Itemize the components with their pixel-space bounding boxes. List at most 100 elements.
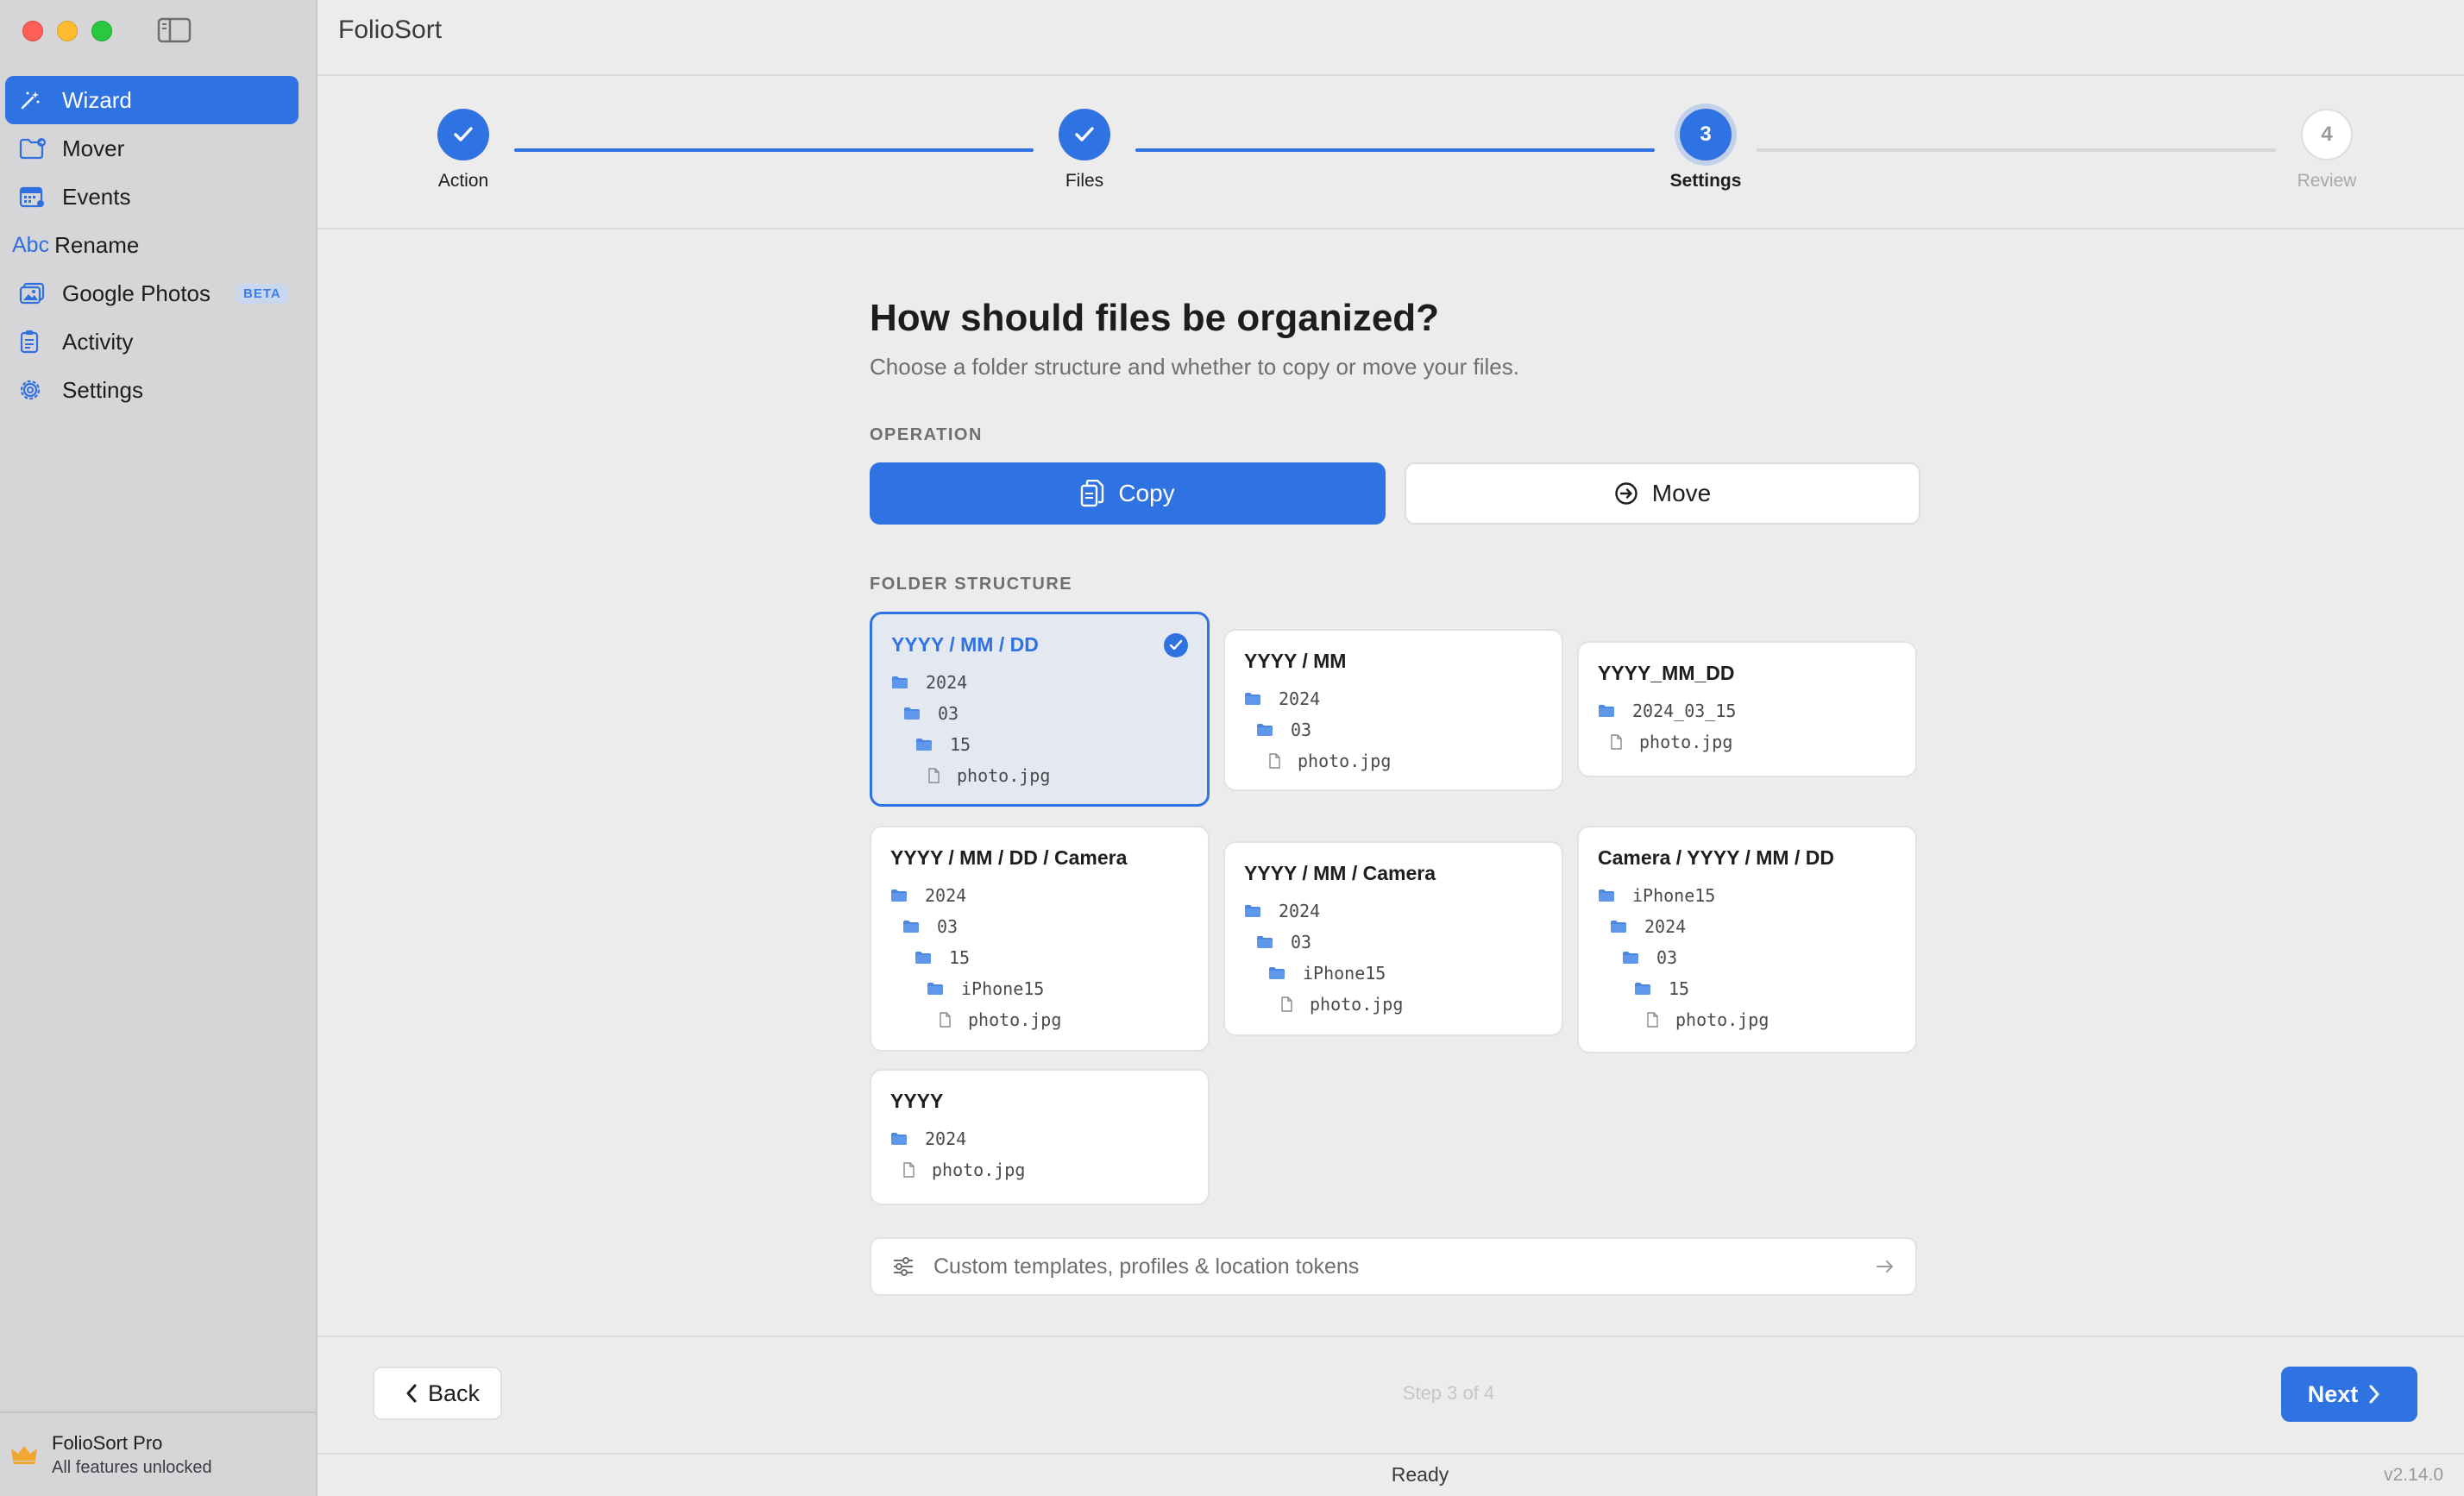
file-icon: [1610, 734, 1631, 750]
chevron-left-icon: [406, 1384, 417, 1403]
sidebar-item-label: Activity: [62, 328, 134, 355]
step-review[interactable]: 4 Review: [2275, 109, 2379, 192]
step-connector: [1135, 148, 1655, 152]
tree-folder: 2024: [1598, 911, 1896, 942]
folder-icon: [1598, 704, 1624, 718]
custom-templates-label: Custom templates, profiles & location to…: [933, 1254, 1360, 1279]
step-settings[interactable]: 3 Settings: [1654, 109, 1757, 192]
folder-tree: 2024_03_15 photo.jpg: [1598, 695, 1896, 757]
arrow-circle-right-icon: [1615, 482, 1637, 505]
page-subtitle: Choose a folder structure and whether to…: [870, 354, 1519, 380]
tree-label: photo.jpg: [968, 1009, 1062, 1030]
clipboard-icon: [19, 328, 53, 355]
sidebar-item-mover[interactable]: Mover: [5, 124, 299, 173]
sidebar-item-activity[interactable]: Activity: [5, 317, 299, 366]
structure-card-yyyy[interactable]: YYYY 2024 photo.jpg: [870, 1069, 1210, 1205]
structure-card-yyyy-mm-dd[interactable]: YYYY / MM / DD 2024 03 15 photo.jpg: [870, 612, 1210, 807]
file-icon: [939, 1012, 959, 1028]
sidebar-item-label: Google Photos: [62, 280, 211, 306]
step-label: Review: [2297, 171, 2357, 191]
beta-badge: BETA: [236, 283, 288, 304]
tree-label: photo.jpg: [1298, 751, 1392, 771]
structure-card-yyyy-mm-dd-camera[interactable]: YYYY / MM / DD / Camera 2024 03 15 iPhone15…: [870, 826, 1210, 1052]
tree-label: photo.jpg: [1675, 1009, 1769, 1030]
chevron-right-icon: [2369, 1385, 2379, 1404]
copy-icon: [1081, 480, 1104, 507]
tree-label: 03: [1291, 720, 1312, 740]
card-title: YYYY: [890, 1090, 944, 1112]
tree-label: 2024: [1279, 688, 1321, 709]
sidebar-nav: Wizard Mover Events Abc Rename Google Ph…: [5, 76, 299, 414]
pro-title: FolioSort Pro: [52, 1431, 163, 1454]
tree-file: photo.jpg: [1244, 745, 1543, 776]
structure-card-camera-yyyy-mm-dd[interactable]: Camera / YYYY / MM / DD iPhone15 2024 03 15…: [1577, 826, 1917, 1053]
card-title: YYYY / MM / DD: [891, 633, 1039, 656]
folder-icon: [1634, 982, 1660, 996]
card-title: Camera / YYYY / MM / DD: [1598, 846, 1834, 869]
minimize-window-button[interactable]: [57, 21, 78, 41]
move-button[interactable]: Move: [1405, 462, 1920, 525]
tree-label: 03: [1291, 932, 1312, 952]
tree-folder: 15: [890, 942, 1189, 973]
tree-label: photo.jpg: [1310, 994, 1404, 1015]
pro-status: FolioSort Pro All features unlocked: [0, 1411, 316, 1496]
file-icon: [927, 768, 948, 783]
folder-tree: iPhone15 2024 03 15 photo.jpg: [1598, 880, 1896, 1035]
folder-icon: [1610, 920, 1636, 933]
tree-label: 2024_03_15: [1632, 701, 1737, 721]
tree-label: 15: [949, 947, 971, 968]
photos-icon: [19, 280, 53, 307]
status-text: Ready: [1391, 1463, 1449, 1486]
folder-icon: [1256, 723, 1282, 737]
close-window-button[interactable]: [22, 21, 43, 41]
structure-card-yyyy_mm_dd[interactable]: YYYY_MM_DD 2024_03_15 photo.jpg: [1577, 641, 1917, 777]
step-complete-check-icon: [1059, 109, 1110, 160]
custom-templates-link[interactable]: Custom templates, profiles & location to…: [870, 1237, 1917, 1296]
copy-button[interactable]: Copy: [870, 462, 1386, 525]
tree-folder: iPhone15: [1598, 880, 1896, 911]
status-bar: Ready v2.14.0: [317, 1453, 2464, 1496]
tree-file: photo.jpg: [1244, 989, 1543, 1020]
step-action[interactable]: Action: [412, 109, 515, 192]
card-title: YYYY_MM_DD: [1598, 662, 1735, 684]
sidebar-item-wizard[interactable]: Wizard: [5, 76, 299, 124]
tree-folder: 2024: [890, 1123, 1189, 1154]
folder-icon: [890, 889, 916, 902]
sidebar-item-label: Mover: [62, 135, 125, 161]
sidebar-item-events[interactable]: Events: [5, 173, 299, 221]
sidebar: Wizard Mover Events Abc Rename Google Ph…: [0, 0, 317, 1496]
sidebar-item-label: Rename: [54, 231, 140, 258]
sidebar-item-rename[interactable]: Abc Rename: [5, 221, 299, 269]
folder-icon: [915, 738, 941, 751]
tree-folder: 15: [1598, 973, 1896, 1004]
structure-card-yyyy-mm[interactable]: YYYY / MM 2024 03 photo.jpg: [1223, 629, 1563, 791]
step-connector: [514, 148, 1034, 152]
title-bar: FolioSort: [317, 0, 2464, 76]
sidebar-item-google-photos[interactable]: Google Photos BETA: [5, 269, 299, 317]
sidebar-item-settings[interactable]: Settings: [5, 366, 299, 414]
next-button[interactable]: Next: [2281, 1367, 2417, 1422]
tree-file: photo.jpg: [891, 760, 1188, 791]
zoom-window-button[interactable]: [91, 21, 112, 41]
tree-file: photo.jpg: [890, 1004, 1189, 1035]
selected-check-icon: [1164, 633, 1188, 657]
tree-folder: 2024: [1244, 896, 1543, 927]
folder-icon: [927, 982, 952, 996]
folder-icon: [1268, 966, 1294, 980]
sidebar-toggle-icon[interactable]: [157, 17, 192, 43]
copy-label: Copy: [1118, 480, 1175, 506]
file-icon: [1268, 753, 1289, 769]
tree-label: iPhone15: [961, 978, 1045, 999]
structure-card-yyyy-mm-camera[interactable]: YYYY / MM / Camera 2024 03 iPhone15 photo.j…: [1223, 841, 1563, 1036]
sidebar-item-label: Wizard: [62, 86, 132, 113]
step-label: Action: [437, 171, 489, 191]
back-button[interactable]: Back: [373, 1367, 502, 1420]
tree-file: photo.jpg: [1598, 726, 1896, 757]
folder-icon: [903, 707, 929, 720]
magic-wand-icon: [19, 86, 53, 114]
file-icon: [1280, 996, 1301, 1012]
file-icon: [1646, 1012, 1667, 1028]
step-files[interactable]: Files: [1033, 109, 1136, 192]
tree-label: iPhone15: [1632, 885, 1716, 906]
abc-icon: Abc: [12, 232, 50, 257]
